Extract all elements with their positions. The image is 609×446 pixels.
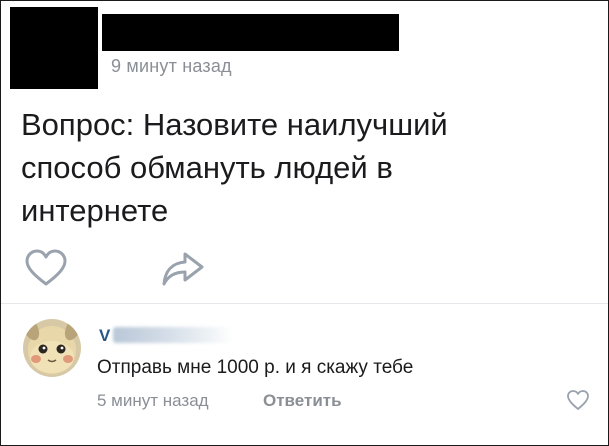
divider	[1, 303, 608, 304]
post-author-avatar-redacted[interactable]	[10, 7, 98, 89]
post-timestamp: 9 минут назад	[111, 56, 232, 76]
reply-link[interactable]: Ответить	[263, 391, 342, 411]
heart-outline-icon[interactable]	[24, 249, 68, 294]
commenter-avatar[interactable]	[23, 319, 81, 377]
commenter-name-blurred	[113, 327, 233, 343]
post-card: 9 минут назад Вопрос: Назовите наилучший…	[0, 0, 609, 446]
heart-outline-icon[interactable]	[566, 389, 590, 416]
comment-text: Отправь мне 1000 р. и я скажу тебе	[97, 357, 414, 378]
post-text: Вопрос: Назовите наилучший способ обману…	[21, 107, 448, 228]
commenter-name[interactable]: V	[99, 326, 110, 346]
post-author-name-redacted[interactable]	[102, 14, 399, 51]
comment-timestamp: 5 минут назад	[97, 391, 209, 410]
share-arrow-icon[interactable]	[161, 251, 205, 292]
